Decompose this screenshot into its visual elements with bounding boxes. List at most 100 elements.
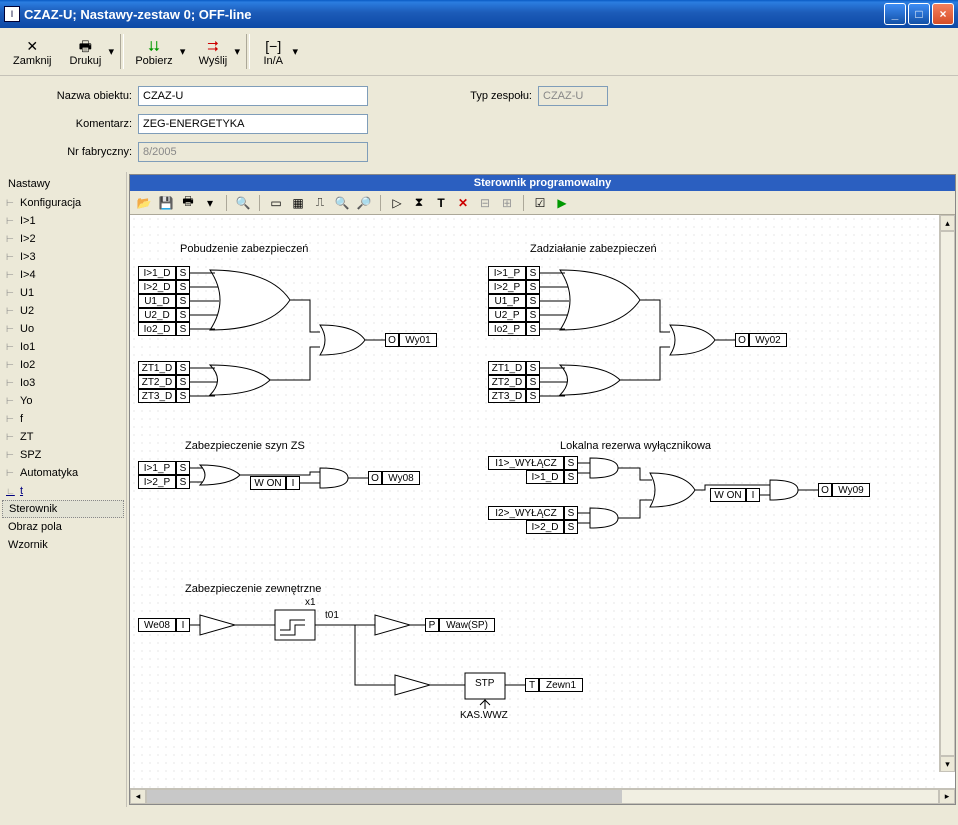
signal-box[interactable]: ZT3_D xyxy=(488,389,526,403)
signal-box[interactable]: ZT1_D xyxy=(488,361,526,375)
scroll-track[interactable] xyxy=(940,231,955,756)
output-box[interactable]: Wy01 xyxy=(399,333,437,347)
save-icon[interactable]: 💾 xyxy=(158,195,174,211)
output-box[interactable]: Waw(SP) xyxy=(439,618,495,632)
sidebar-item-u2[interactable]: ⊢U2 xyxy=(2,302,124,320)
close-tool[interactable]: ✕ Zamknij xyxy=(4,30,61,73)
sidebar-item-io3[interactable]: ⊢Io3 xyxy=(2,374,124,392)
sidebar-item-konfiguracja[interactable]: ⊢Konfiguracja xyxy=(2,194,124,212)
print-tool[interactable]: 🖶 Drukuj ▾ xyxy=(61,30,119,73)
output-box[interactable]: Wy09 xyxy=(832,483,870,497)
delete-icon[interactable]: ✕ xyxy=(455,195,471,211)
ina-tool[interactable]: [−] In/A ▾ xyxy=(252,30,302,73)
output-box[interactable]: Zewn1 xyxy=(539,678,583,692)
scroll-thumb[interactable] xyxy=(147,790,622,803)
signal-box[interactable]: Io2_D xyxy=(138,322,176,336)
sidebar-item-i4[interactable]: ⊢I>4 xyxy=(2,266,124,284)
sidebar-item-label: Io2 xyxy=(20,359,35,371)
group-icon[interactable]: ⊞ xyxy=(499,195,515,211)
signal-box[interactable]: I>2_P xyxy=(138,475,176,489)
sidebar-item-sterownik[interactable]: Sterownik xyxy=(2,500,124,518)
scroll-up-icon[interactable]: ▴ xyxy=(940,215,955,231)
scroll-left-icon[interactable]: ◂ xyxy=(130,789,146,804)
flip-icon[interactable]: ⧗ xyxy=(411,195,427,211)
signal-box[interactable]: I>2_P xyxy=(488,280,526,294)
sidebar-item-i2[interactable]: ⊢I>2 xyxy=(2,230,124,248)
scroll-track[interactable] xyxy=(146,789,939,804)
flag-s: S xyxy=(564,520,578,534)
ungroup-icon[interactable]: ⊟ xyxy=(477,195,493,211)
run-icon[interactable]: ▶ xyxy=(554,195,570,211)
signal-box[interactable]: ZT2_D xyxy=(488,375,526,389)
comment-input[interactable] xyxy=(138,114,368,134)
close-button[interactable]: × xyxy=(932,3,954,25)
signal-box[interactable]: I>1_D xyxy=(526,470,564,484)
flag-i: I xyxy=(176,618,190,632)
horizontal-scrollbar[interactable]: ◂ ▸ xyxy=(130,788,955,804)
vertical-scrollbar[interactable]: ▴ ▾ xyxy=(939,215,955,772)
text-icon[interactable]: T xyxy=(433,195,449,211)
signal-box[interactable]: We08 xyxy=(138,618,176,632)
send-tool[interactable]: ⮆ Wyślij ▾ xyxy=(190,30,245,73)
preview-icon[interactable]: 🔍 xyxy=(235,195,251,211)
sidebar-item-u1[interactable]: ⊢U1 xyxy=(2,284,124,302)
triangle-icon[interactable]: ▷ xyxy=(389,195,405,211)
dropdown-icon[interactable]: ▾ xyxy=(177,31,189,72)
sidebar-item-i3[interactable]: ⊢I>3 xyxy=(2,248,124,266)
signal-box[interactable]: U1_P xyxy=(488,294,526,308)
signal-box[interactable]: ZT3_D xyxy=(138,389,176,403)
won-box[interactable]: W ON xyxy=(710,488,746,502)
signal-box[interactable]: ZT2_D xyxy=(138,375,176,389)
signal-box[interactable]: U2_D xyxy=(138,308,176,322)
signal-box[interactable]: U1_D xyxy=(138,294,176,308)
dropdown-icon[interactable]: ▾ xyxy=(289,31,301,72)
open-icon[interactable]: 📂 xyxy=(136,195,152,211)
signal-box[interactable]: I>1_P xyxy=(138,461,176,475)
sidebar-item-io2[interactable]: ⊢Io2 xyxy=(2,356,124,374)
signal-box[interactable]: I1>_WYŁĄCZ xyxy=(488,456,564,470)
output-box[interactable]: Wy08 xyxy=(382,471,420,485)
signal-box[interactable]: Io2_P xyxy=(488,322,526,336)
sidebar-item-spz[interactable]: ⊢SPZ xyxy=(2,446,124,464)
dropdown-icon[interactable]: ▾ xyxy=(105,31,117,72)
sidebar-item-obraz[interactable]: Obraz pola xyxy=(2,518,124,536)
sidebar-item-zt[interactable]: ⊢ZT xyxy=(2,428,124,446)
find-icon[interactable]: 🔎 xyxy=(356,195,372,211)
diagram-canvas[interactable]: Pobudzenie zabezpieczeń Zadziałanie zabe… xyxy=(130,215,939,788)
download-tool[interactable]: ⮇ Pobierz ▾ xyxy=(126,30,189,73)
signal-box[interactable]: I>1_D xyxy=(138,266,176,280)
signal-box[interactable]: I>2_D xyxy=(526,520,564,534)
sidebar-item-label: Uo xyxy=(20,323,34,335)
signal-box[interactable]: I>1_P xyxy=(488,266,526,280)
signal-box[interactable]: ZT1_D xyxy=(138,361,176,375)
signal-box[interactable]: I>2_D xyxy=(138,280,176,294)
sidebar-item-wzornik[interactable]: Wzornik xyxy=(2,536,124,554)
print-icon[interactable]: 🖶 xyxy=(180,195,196,211)
won-box[interactable]: W ON xyxy=(250,476,286,490)
object-input[interactable] xyxy=(138,86,368,106)
separator xyxy=(380,195,381,211)
factory-input xyxy=(138,142,368,162)
sidebar-item-t[interactable]: ∟t xyxy=(2,482,124,500)
grid-icon[interactable]: ▦ xyxy=(290,195,306,211)
select-icon[interactable]: ▭ xyxy=(268,195,284,211)
connector-icon[interactable]: ⎍ xyxy=(312,195,328,211)
sidebar-item-automatyka[interactable]: ⊢Automatyka xyxy=(2,464,124,482)
scroll-right-icon[interactable]: ▸ xyxy=(939,789,955,804)
check-icon[interactable]: ☑ xyxy=(532,195,548,211)
output-box[interactable]: Wy02 xyxy=(749,333,787,347)
signal-box[interactable]: U2_P xyxy=(488,308,526,322)
sidebar-item-i1[interactable]: ⊢I>1 xyxy=(2,212,124,230)
dropdown-icon[interactable]: ▾ xyxy=(231,31,243,72)
scroll-down-icon[interactable]: ▾ xyxy=(940,756,955,772)
maximize-button[interactable]: □ xyxy=(908,3,930,25)
sidebar-item-uo[interactable]: ⊢Uo xyxy=(2,320,124,338)
dropdown-icon[interactable]: ▾ xyxy=(202,195,218,211)
sidebar-item-f[interactable]: ⊢f xyxy=(2,410,124,428)
signal-box[interactable]: I2>_WYŁĄCZ xyxy=(488,506,564,520)
sidebar-item-yo[interactable]: ⊢Yo xyxy=(2,392,124,410)
sidebar-item-io1[interactable]: ⊢Io1 xyxy=(2,338,124,356)
minimize-button[interactable]: _ xyxy=(884,3,906,25)
zoom-icon[interactable]: 🔍 xyxy=(334,195,350,211)
sidebar-header[interactable]: Nastawy xyxy=(2,174,124,194)
